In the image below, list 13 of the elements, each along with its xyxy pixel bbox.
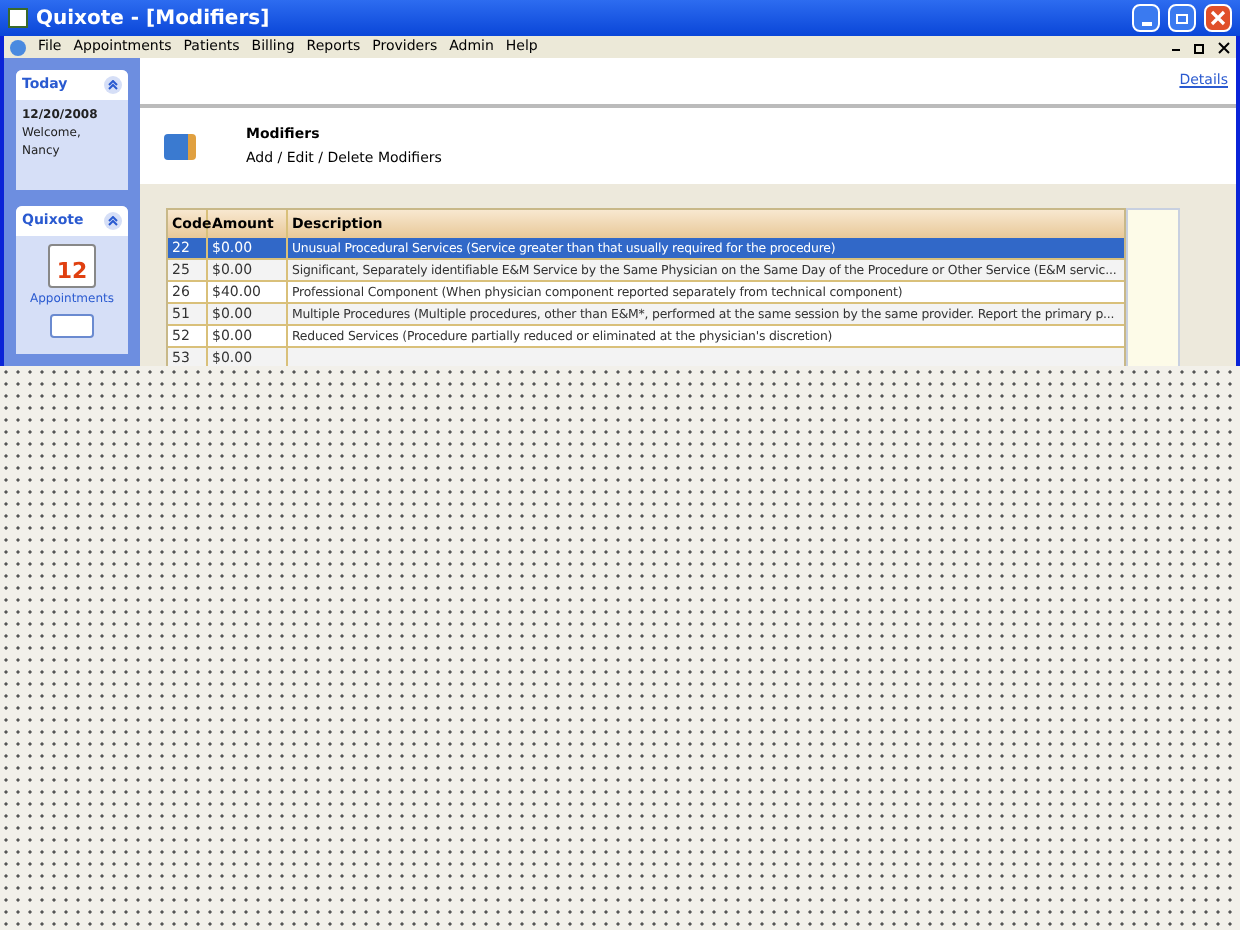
calendar-icon[interactable]: 12 [48, 244, 96, 288]
close-icon[interactable] [1218, 41, 1230, 53]
close-icon [1210, 10, 1226, 26]
card-icon[interactable] [50, 314, 94, 338]
minimize-button[interactable] [1132, 4, 1160, 32]
app-icon [8, 8, 28, 28]
window-title: Quixote - [Modifiers] [36, 5, 272, 33]
collapse-icon[interactable] [104, 76, 122, 94]
close-button[interactable] [1204, 4, 1232, 32]
collapse-icon[interactable] [104, 212, 122, 230]
restore-button[interactable] [1168, 4, 1196, 32]
app-menu-icon[interactable] [10, 39, 26, 55]
restore-icon[interactable] [1194, 41, 1206, 53]
